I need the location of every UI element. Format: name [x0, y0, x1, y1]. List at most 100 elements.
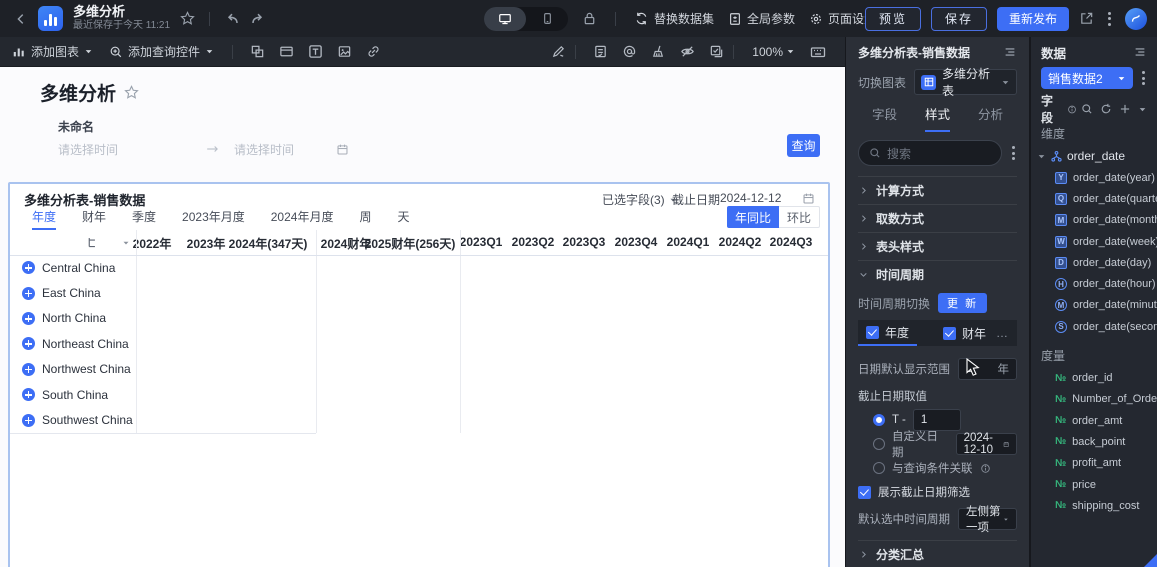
format-brush-icon[interactable] — [544, 44, 573, 59]
search-icon[interactable] — [1081, 103, 1093, 115]
measure-label[interactable]: order_id — [1072, 372, 1112, 384]
calendar-icon[interactable] — [336, 143, 349, 156]
dimension-tree-root[interactable]: order_date — [1031, 145, 1157, 167]
save-button[interactable]: 保存 — [930, 6, 987, 31]
tab-fields[interactable]: 字段 — [872, 104, 897, 132]
dataset-more-icon[interactable] — [1138, 67, 1149, 89]
dimension-label[interactable]: order_date(month) — [1073, 214, 1157, 226]
group-widget-icon[interactable] — [243, 44, 272, 59]
dimension-label[interactable]: order_date(hour) — [1073, 278, 1156, 290]
lock-icon[interactable] — [582, 11, 597, 26]
expand-plus-icon[interactable] — [22, 261, 35, 275]
outline-list-icon[interactable] — [1133, 45, 1147, 59]
redo-icon[interactable] — [250, 11, 266, 27]
custom-date-input[interactable]: 2024-12-10 — [955, 432, 1017, 456]
expand-plus-icon[interactable] — [22, 286, 35, 300]
measure-label[interactable]: price — [1072, 479, 1096, 491]
tab-style[interactable]: 样式 — [924, 104, 950, 132]
date-end-input[interactable]: 请选择时间 — [234, 141, 326, 158]
default-period-select[interactable]: 左侧第一项 — [958, 506, 1017, 534]
back-icon[interactable] — [14, 12, 28, 26]
dimension-label[interactable]: order_date(minute) — [1073, 299, 1157, 311]
section-calc-method[interactable]: 计算方式 — [846, 177, 1029, 204]
star-outline-icon[interactable] — [124, 85, 139, 100]
checkbox-checked-icon[interactable] — [866, 325, 879, 339]
info-icon[interactable] — [1067, 104, 1077, 115]
tab-quarter[interactable]: 季度 — [132, 208, 156, 230]
date-range-input[interactable]: 3 年 — [958, 358, 1017, 380]
tab-analysis[interactable]: 分析 — [978, 104, 1003, 132]
mobile-view-icon[interactable] — [526, 7, 568, 31]
calendar-icon[interactable] — [802, 192, 815, 205]
date-range-picker[interactable]: 请选择时间 请选择时间 — [58, 138, 349, 160]
measure-label[interactable]: order_amt — [1072, 415, 1122, 427]
global-params-button[interactable]: 全局参数 — [728, 10, 795, 27]
period-fiscal-option[interactable]: 财年 — [935, 320, 994, 346]
search-more-icon[interactable] — [1008, 142, 1019, 164]
mention-at-icon[interactable] — [615, 44, 644, 59]
favorite-star-icon[interactable] — [180, 11, 195, 26]
dimension-label[interactable]: order_date(week) — [1073, 236, 1157, 248]
radio-icon[interactable] — [873, 438, 885, 450]
keyboard-shortcuts-icon[interactable] — [803, 44, 833, 60]
container-widget-icon[interactable] — [272, 44, 301, 59]
undo-icon[interactable] — [224, 11, 240, 27]
chart-type-select[interactable]: 多维分析表 — [914, 67, 1017, 98]
tab-week[interactable]: 周 — [359, 208, 371, 230]
checkbox-checked-icon[interactable] — [858, 485, 871, 499]
zoom-level-control[interactable]: 100% — [752, 45, 795, 59]
add-query-control-button[interactable]: 添加查询控件 — [109, 43, 214, 60]
dimension-label[interactable]: order_date(second) — [1073, 321, 1157, 333]
style-search-input[interactable]: 搜索 — [858, 140, 1002, 166]
expand-plus-icon[interactable] — [22, 337, 35, 351]
desktop-view-icon[interactable] — [484, 6, 526, 31]
period-more-button[interactable]: … — [996, 326, 1017, 340]
tab-2024-month[interactable]: 2024年月度 — [271, 208, 334, 230]
expand-plus-icon[interactable] — [22, 413, 35, 427]
expand-plus-icon[interactable] — [22, 311, 35, 325]
device-toggle[interactable] — [484, 6, 568, 31]
hide-eye-off-icon[interactable] — [673, 44, 702, 59]
replace-dataset-button[interactable]: 替换数据集 — [634, 10, 714, 27]
add-field-icon[interactable] — [1119, 103, 1131, 115]
radio-icon[interactable] — [873, 462, 885, 474]
caret-down-icon[interactable] — [122, 239, 130, 247]
republish-button[interactable]: 重新发布 — [996, 6, 1069, 31]
selected-fields-dropdown[interactable]: 已选字段(3) — [602, 191, 677, 208]
tab-fiscal-year[interactable]: 财年 — [82, 208, 106, 230]
deadline-date-value[interactable]: 2024-12-12 — [720, 191, 781, 205]
share-export-icon[interactable] — [1079, 11, 1094, 26]
section-subtotal[interactable]: 分类汇总 — [846, 541, 1029, 567]
pivot-table-widget[interactable]: 多维分析表-销售数据 已选字段(3) 截止日期 2024-12-12 年度 财年… — [8, 182, 830, 567]
date-start-input[interactable]: 请选择时间 — [58, 141, 150, 158]
preview-button[interactable]: 预览 — [864, 6, 921, 31]
todo-list-icon[interactable] — [586, 44, 615, 59]
link-widget-icon[interactable] — [359, 44, 388, 59]
refresh-icon[interactable] — [1100, 103, 1112, 115]
avatar[interactable] — [1125, 7, 1147, 30]
section-fetch-method[interactable]: 取数方式 — [846, 205, 1029, 232]
row-hierarchy-icon[interactable] — [86, 236, 99, 249]
checkbox-checked-icon[interactable] — [943, 326, 957, 340]
tab-2023-month[interactable]: 2023年月度 — [182, 208, 245, 230]
info-icon[interactable] — [980, 463, 991, 474]
more-menu-icon[interactable] — [1104, 8, 1115, 30]
caret-down-icon[interactable] — [1138, 105, 1147, 114]
measure-label[interactable]: back_point — [1072, 436, 1125, 448]
outline-list-icon[interactable] — [1003, 45, 1017, 59]
measure-label[interactable]: profit_amt — [1072, 457, 1121, 469]
section-header-style[interactable]: 表头样式 — [846, 233, 1029, 260]
tab-day[interactable]: 天 — [397, 208, 409, 230]
multi-select-icon[interactable] — [702, 44, 731, 59]
image-widget-icon[interactable] — [330, 44, 359, 59]
period-year-option[interactable]: 年度 — [858, 320, 918, 346]
dataset-select[interactable]: 销售数据2 — [1041, 67, 1133, 89]
radio-selected-icon[interactable] — [873, 414, 885, 426]
dimension-label[interactable]: order_date(day) — [1073, 257, 1151, 269]
update-button[interactable]: 更 新 — [938, 293, 988, 313]
expand-plus-icon[interactable] — [22, 362, 35, 376]
yoy-compare-button[interactable]: 年同比 — [726, 206, 779, 228]
text-widget-icon[interactable] — [301, 44, 330, 59]
tab-year[interactable]: 年度 — [32, 208, 57, 230]
dimension-label[interactable]: order_date(year) — [1073, 172, 1155, 184]
